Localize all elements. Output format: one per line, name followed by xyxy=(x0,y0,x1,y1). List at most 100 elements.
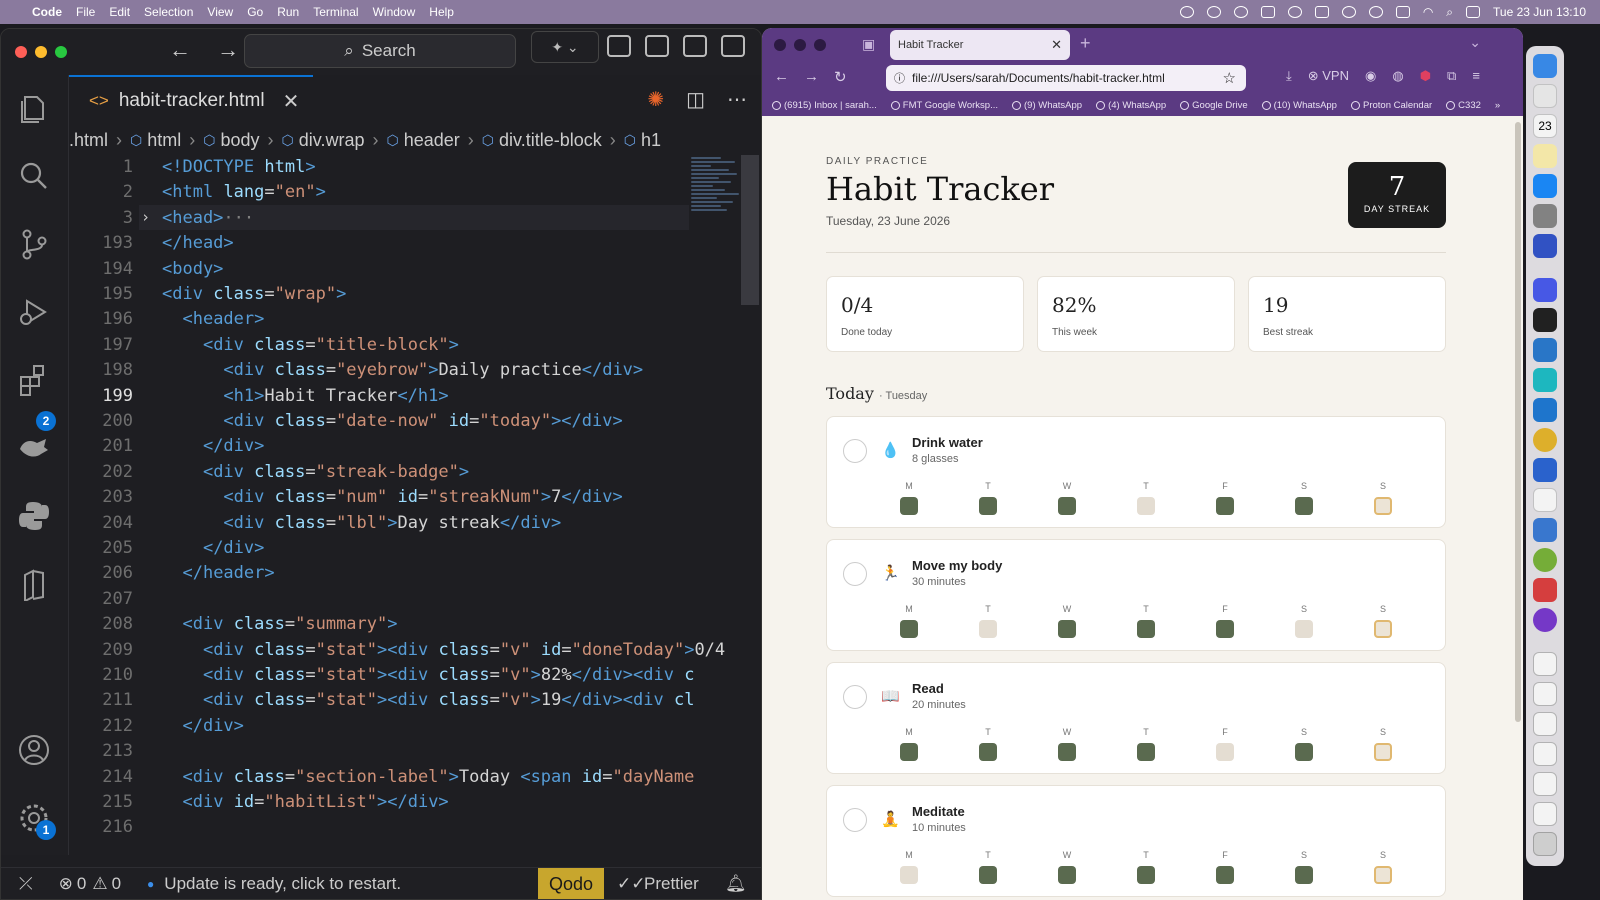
status-icon[interactable] xyxy=(1206,6,1221,18)
fold-chevron-icon[interactable]: › xyxy=(141,205,150,230)
day-checkbox[interactable] xyxy=(979,743,997,761)
day-checkbox[interactable] xyxy=(1295,866,1313,884)
day-checkbox[interactable] xyxy=(900,497,918,515)
new-tab-icon[interactable]: + xyxy=(1080,33,1091,54)
menu-run[interactable]: Run xyxy=(277,5,299,19)
menu-terminal[interactable]: Terminal xyxy=(313,5,358,19)
breadcrumb-item[interactable]: html xyxy=(147,130,181,151)
day-cell[interactable]: S xyxy=(1373,727,1393,761)
day-cell[interactable]: S xyxy=(1373,604,1393,638)
document-icon[interactable] xyxy=(1533,742,1557,766)
day-checkbox[interactable] xyxy=(979,866,997,884)
day-checkbox[interactable] xyxy=(1374,743,1392,761)
day-cell[interactable]: S xyxy=(1294,727,1314,761)
day-cell[interactable]: S xyxy=(1373,481,1393,515)
habit-complete-toggle[interactable] xyxy=(843,562,867,586)
breadcrumb-item[interactable]: h1 xyxy=(641,130,661,151)
book-icon[interactable] xyxy=(17,567,51,603)
code-editor[interactable]: › 1 <!DOCTYPE html> 2 <html lang="en"> 3 <hea… xyxy=(69,155,761,855)
close-window-button[interactable] xyxy=(774,39,786,51)
bookmark-item[interactable]: Google Drive xyxy=(1180,100,1248,111)
notes-icon[interactable] xyxy=(1533,144,1557,168)
chrome-icon[interactable] xyxy=(1533,428,1557,452)
bookmark-item[interactable]: Proton Calendar xyxy=(1350,100,1432,111)
menu-edit[interactable]: Edit xyxy=(109,5,130,19)
day-cell[interactable]: T xyxy=(1136,727,1156,761)
day-checkbox[interactable] xyxy=(900,743,918,761)
day-checkbox[interactable] xyxy=(1058,743,1076,761)
day-cell[interactable]: S xyxy=(1294,604,1314,638)
day-checkbox[interactable] xyxy=(979,497,997,515)
day-cell[interactable]: F xyxy=(1215,604,1235,638)
terminal-icon[interactable] xyxy=(1533,308,1557,332)
calendar-icon[interactable]: 23 xyxy=(1533,114,1557,138)
claude-sparkle-icon[interactable]: ✺ xyxy=(647,87,664,112)
update-message[interactable]: Update is ready, click to restart. xyxy=(164,874,401,894)
download-icon[interactable]: ⤓ xyxy=(1286,68,1292,84)
day-checkbox[interactable] xyxy=(1137,866,1155,884)
battery-icon[interactable] xyxy=(1395,6,1410,18)
account-icon[interactable] xyxy=(17,733,51,767)
day-checkbox[interactable] xyxy=(1058,620,1076,638)
finder-icon[interactable] xyxy=(1533,54,1557,78)
vpn-icon[interactable]: ⊗ VPN xyxy=(1308,68,1349,84)
bookmark-item[interactable]: C332 xyxy=(1446,100,1481,111)
day-cell[interactable]: S xyxy=(1373,850,1393,884)
zoom-window-button[interactable] xyxy=(814,39,826,51)
menu-go[interactable]: Go xyxy=(247,5,263,19)
close-tab-icon[interactable]: ✕ xyxy=(283,89,300,114)
day-checkbox[interactable] xyxy=(1295,743,1313,761)
reload-icon[interactable]: ↻ xyxy=(834,68,847,86)
more-actions-icon[interactable]: ⋯ xyxy=(727,87,747,112)
app-icon[interactable] xyxy=(1533,458,1557,482)
day-cell[interactable]: M xyxy=(899,481,919,515)
password-manager-icon[interactable]: ◍ xyxy=(1392,68,1403,84)
search-icon[interactable] xyxy=(17,159,51,193)
command-center-search[interactable]: ⌕ Search xyxy=(244,34,516,68)
day-checkbox[interactable] xyxy=(1374,620,1392,638)
minimap[interactable] xyxy=(691,155,741,315)
trash-icon[interactable] xyxy=(1533,832,1557,856)
error-count[interactable]: 0 xyxy=(77,874,86,894)
day-cell[interactable]: T xyxy=(978,604,998,638)
pdf-icon[interactable] xyxy=(1314,6,1329,18)
day-cell[interactable]: T xyxy=(978,850,998,884)
minimize-window-button[interactable] xyxy=(794,39,806,51)
breadcrumb-item[interactable]: div.wrap xyxy=(299,130,365,151)
remote-explorer-icon[interactable] xyxy=(17,431,51,465)
bookmark-item[interactable]: (9) WhatsApp xyxy=(1012,100,1082,111)
control-center-icon[interactable] xyxy=(1466,6,1481,18)
app-icon[interactable] xyxy=(1533,338,1557,362)
day-cell[interactable]: F xyxy=(1215,727,1235,761)
day-cell[interactable]: T xyxy=(978,481,998,515)
document-icon[interactable] xyxy=(1533,772,1557,796)
zoom-window-button[interactable] xyxy=(55,46,67,58)
run-debug-icon[interactable] xyxy=(17,295,51,329)
menu-window[interactable]: Window xyxy=(373,5,416,19)
bookmark-item[interactable]: (4) WhatsApp xyxy=(1096,100,1166,111)
back-arrow-icon[interactable]: ← xyxy=(774,68,789,85)
day-checkbox[interactable] xyxy=(1374,866,1392,884)
launchpad-icon[interactable] xyxy=(1533,84,1557,108)
system-settings-icon[interactable] xyxy=(1533,204,1557,228)
error-icon[interactable]: ⊗ xyxy=(59,874,73,894)
forward-arrow-icon[interactable]: → xyxy=(217,37,239,62)
day-cell[interactable]: T xyxy=(1136,481,1156,515)
extensions-icon[interactable] xyxy=(17,363,51,397)
forward-arrow-icon[interactable]: → xyxy=(804,68,819,85)
spotlight-icon[interactable]: ⌕ xyxy=(1446,5,1453,20)
layout-customize-icon[interactable] xyxy=(607,35,631,57)
day-checkbox[interactable] xyxy=(1058,497,1076,515)
wifi-icon[interactable]: ◠ xyxy=(1423,5,1433,19)
status-icon[interactable] xyxy=(1179,6,1194,18)
menu-app-name[interactable]: Code xyxy=(32,5,62,19)
pdf-app-icon[interactable] xyxy=(1533,578,1557,602)
day-checkbox[interactable] xyxy=(1058,866,1076,884)
day-cell[interactable]: S xyxy=(1294,850,1314,884)
day-cell[interactable]: F xyxy=(1215,481,1235,515)
editor-scrollbar[interactable] xyxy=(741,155,759,305)
page-scrollbar[interactable] xyxy=(1515,122,1521,722)
back-arrow-icon[interactable]: ← xyxy=(169,37,191,62)
habit-complete-toggle[interactable] xyxy=(843,685,867,709)
day-cell[interactable]: T xyxy=(978,727,998,761)
